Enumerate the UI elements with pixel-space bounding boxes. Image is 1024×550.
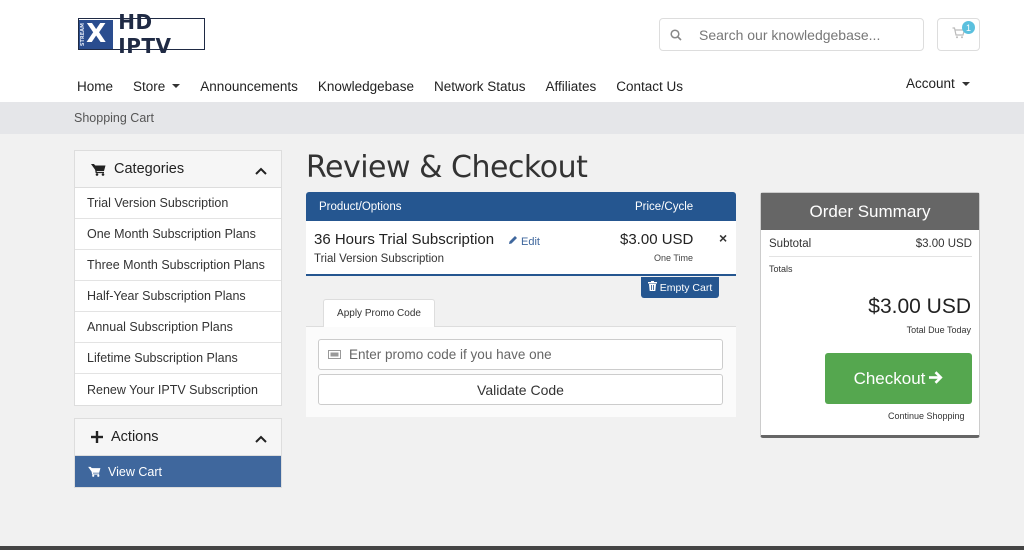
logo[interactable]: STREAM X HD IPTV [78, 10, 205, 58]
page-title: Review & Checkout [306, 150, 588, 185]
promo-code-input[interactable] [349, 347, 709, 362]
remove-item-button[interactable]: × [719, 230, 727, 246]
subtotal-row: Subtotal $3.00 USD [769, 238, 972, 250]
trash-icon [647, 281, 660, 294]
promo-field[interactable] [318, 339, 723, 370]
category-item-three-month[interactable]: Three Month Subscription Plans [75, 250, 281, 281]
cart-button[interactable]: 1 [937, 18, 980, 51]
cart-icon [88, 466, 101, 477]
nav-account-label: Account [906, 76, 955, 91]
cart-table-header: Product/Options Price/Cycle [306, 192, 736, 221]
arrow-right-icon [925, 369, 944, 389]
breadcrumb-bar: Shopping Cart [0, 102, 1024, 134]
nav-store[interactable]: Store [133, 76, 181, 96]
nav-store-label: Store [133, 78, 166, 94]
tab-apply-promo-code[interactable]: Apply Promo Code [323, 299, 435, 327]
actions-title: Actions [111, 429, 159, 445]
nav-affiliates[interactable]: Affiliates [546, 76, 597, 96]
category-item-annual[interactable]: Annual Subscription Plans [75, 312, 281, 343]
divider [769, 256, 972, 257]
breadcrumb: Shopping Cart [74, 111, 154, 125]
subtotal-value: $3.00 USD [915, 238, 972, 250]
category-item-lifetime[interactable]: Lifetime Subscription Plans [75, 343, 281, 374]
category-item-half-year[interactable]: Half-Year Subscription Plans [75, 281, 281, 312]
categories-panel: Categories Trial Version Subscription On… [74, 150, 282, 406]
logo-sub: STREAM [80, 22, 86, 46]
checkout-label: Checkout [853, 368, 926, 388]
total-amount: $3.00 USD [868, 295, 971, 318]
order-summary: Order Summary Subtotal $3.00 USD Totals … [760, 192, 980, 438]
validate-code-button[interactable]: Validate Code [318, 374, 723, 405]
nav-knowledgebase[interactable]: Knowledgebase [318, 76, 414, 96]
product-group: Trial Version Subscription [314, 253, 444, 265]
nav-account[interactable]: Account [906, 76, 970, 91]
plus-icon [91, 431, 103, 443]
chevron-up-icon[interactable] [255, 431, 267, 447]
bottom-border [0, 546, 1024, 550]
empty-cart-button[interactable]: Empty Cart [641, 277, 719, 298]
logo-mark: STREAM X [79, 19, 114, 49]
nav-announcements[interactable]: Announcements [200, 76, 298, 96]
actions-panel: Actions View Cart [74, 418, 282, 488]
logo-text: HD IPTV [118, 10, 172, 58]
edit-link[interactable]: Edit [508, 235, 540, 248]
main-nav: Home Store Announcements Knowledgebase N… [77, 76, 703, 96]
cart-item-row: 36 Hours Trial Subscription Edit Trial V… [306, 221, 736, 276]
edit-label: Edit [521, 235, 540, 248]
promo-section: Apply Promo Code Validate Code [306, 299, 736, 418]
cart-icon [91, 163, 106, 176]
item-cycle: One Time [654, 253, 694, 263]
categories-header[interactable]: Categories [75, 151, 281, 188]
view-cart-label: View Cart [108, 464, 162, 479]
header: STREAM X HD IPTV 1 Home Store Announceme… [0, 0, 1024, 102]
item-price: $3.00 USD [620, 231, 694, 248]
total-due-label: Total Due Today [906, 325, 971, 335]
caret-down-icon [961, 81, 970, 86]
cart-table: Product/Options Price/Cycle 36 Hours Tri… [306, 192, 736, 276]
nav-home[interactable]: Home [77, 76, 113, 96]
search-input[interactable] [699, 26, 919, 43]
empty-cart-label: Empty Cart [659, 281, 713, 294]
search-box[interactable] [659, 18, 924, 51]
totals-label: Totals [769, 264, 793, 274]
order-summary-title: Order Summary [761, 193, 979, 230]
nav-contact-us[interactable]: Contact Us [616, 76, 683, 96]
product-name: 36 Hours Trial Subscription [314, 231, 495, 248]
subtotal-label: Subtotal [769, 238, 812, 250]
col-price-cycle: Price/Cycle [635, 200, 694, 213]
view-cart-link[interactable]: View Cart [75, 456, 281, 487]
cart-count-badge: 1 [962, 21, 975, 34]
caret-down-icon [172, 84, 181, 88]
category-item-trial[interactable]: Trial Version Subscription [75, 188, 281, 219]
nav-network-status[interactable]: Network Status [434, 76, 526, 96]
logo-mark-letter: X [86, 19, 107, 49]
promo-box: Validate Code [306, 326, 736, 417]
checkout-button[interactable]: Checkout [825, 353, 972, 404]
chevron-up-icon[interactable] [255, 163, 267, 179]
pencil-icon [508, 235, 521, 248]
ticket-icon [319, 350, 349, 359]
continue-shopping-link[interactable]: Continue Shopping [888, 411, 965, 421]
search-icon [660, 28, 692, 41]
category-item-one-month[interactable]: One Month Subscription Plans [75, 219, 281, 250]
category-item-renew[interactable]: Renew Your IPTV Subscription [75, 374, 281, 405]
col-product-options: Product/Options [319, 200, 402, 213]
actions-header[interactable]: Actions [75, 419, 281, 456]
categories-title: Categories [114, 161, 185, 177]
